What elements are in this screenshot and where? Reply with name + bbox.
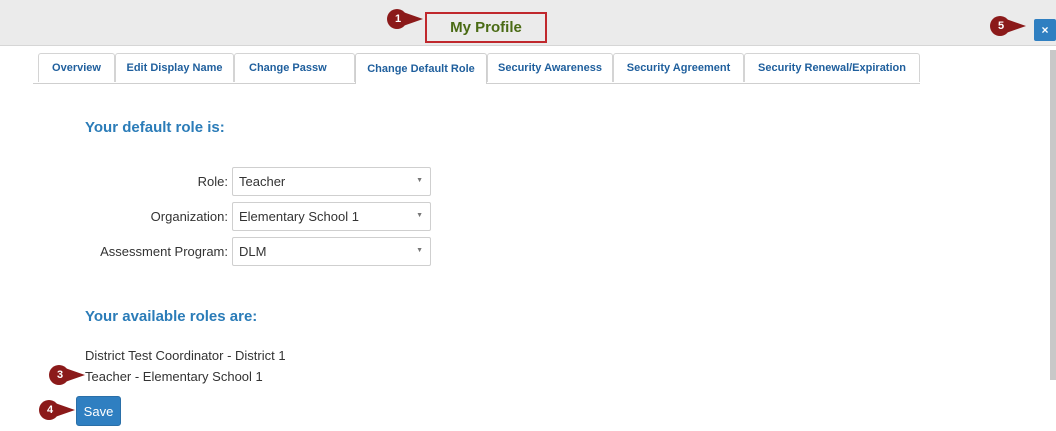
tab-overview[interactable]: Overview [38,53,115,82]
profile-tabs: Overview Edit Display Name Change Passw … [33,53,920,84]
callout-marker-5: 5 [988,16,1028,36]
tab-change-password[interactable]: Change Passw [234,53,355,82]
role-label: Role: [197,174,228,189]
dropdown-arrow-icon: ▼ [416,177,423,184]
callout-marker-4: 4 [37,400,77,420]
tab-edit-display-name[interactable]: Edit Display Name [115,53,234,82]
assessment-program-select[interactable]: DLM ▼ [232,237,431,266]
role-select-value: Teacher [239,174,286,189]
role-select[interactable]: Teacher ▼ [232,167,431,196]
dialog-title: My Profile [425,12,547,43]
tab-security-agreement[interactable]: Security Agreement [613,53,744,82]
organization-label: Organization: [150,209,228,224]
callout-marker-1: 1 [385,9,425,29]
available-role-item: Teacher - Elementary School 1 [85,369,263,384]
available-role-item: District Test Coordinator - District 1 [85,348,286,363]
organization-select-value: Elementary School 1 [239,209,359,224]
assessment-program-label: Assessment Program: [100,244,228,259]
available-roles-heading: Your available roles are: [85,308,258,325]
tab-change-default-role[interactable]: Change Default Role [355,53,487,84]
vertical-scrollbar[interactable] [1050,50,1056,380]
close-button[interactable]: × [1034,19,1056,41]
organization-select[interactable]: Elementary School 1 ▼ [232,202,431,231]
assessment-program-select-value: DLM [239,244,267,259]
default-role-heading: Your default role is: [85,119,225,136]
tab-security-renewal-expiration[interactable]: Security Renewal/Expiration [744,53,920,82]
tab-security-awareness[interactable]: Security Awareness [487,53,613,82]
dropdown-arrow-icon: ▼ [416,212,423,219]
callout-marker-3: 3 [47,365,87,385]
save-button[interactable]: Save [76,396,121,426]
dropdown-arrow-icon: ▼ [416,247,423,254]
